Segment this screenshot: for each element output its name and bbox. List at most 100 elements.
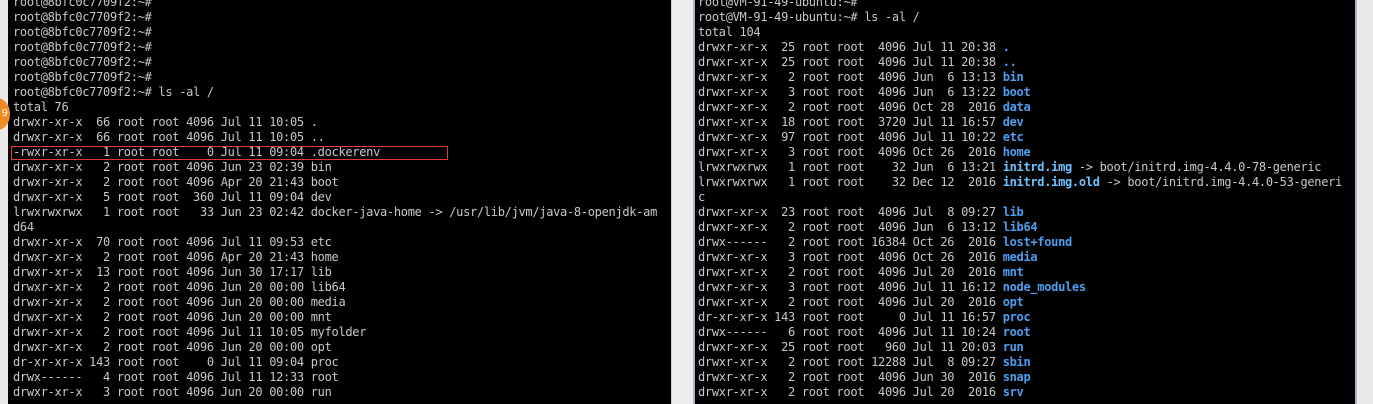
window-frame-left	[0, 0, 8, 404]
directory-name: proc	[1002, 310, 1031, 324]
line-prefix: drwxr-xr-x 2 root root 4096 Jul 20 2016	[698, 385, 1003, 399]
terminal-line: drwxr-xr-x 2 root root 4096 Apr 20 21:43…	[13, 250, 339, 264]
terminal-line: drwxr-xr-x 2 root root 4096 Jun 6 13:13 …	[698, 70, 1342, 85]
terminal-line: drwxr-xr-x 3 root root 4096 Jul 11 16:12…	[698, 280, 1342, 295]
terminal-line: drwxr-xr-x 5 root root 360 Jul 11 09:04 …	[13, 190, 332, 204]
terminal-line: drwxr-xr-x 2 root root 12288 Jul 8 09:27…	[698, 355, 1342, 370]
terminal-line: c	[698, 190, 1342, 205]
terminal-line: drwxr-xr-x 2 root root 4096 Jun 20 00:00…	[13, 340, 332, 354]
line-prefix: drwxr-xr-x 3 root root 4096 Jul 11 16:12	[698, 280, 1003, 294]
line-prefix: drwxr-xr-x 2 root root 4096 Oct 28 2016	[698, 100, 1003, 114]
directory-name: lost+found	[1002, 235, 1073, 249]
terminal-line: root@8bfc0c7709f2:~# ls -al /	[13, 85, 214, 99]
directory-name: bin	[1002, 70, 1024, 84]
directory-name: .	[1002, 40, 1010, 54]
terminal-line: drwxr-xr-x 25 root root 4096 Jul 11 20:3…	[698, 55, 1342, 70]
terminal-line: root@8bfc0c7709f2:~#	[13, 0, 152, 9]
line-prefix: drwxr-xr-x 2 root root 4096 Jul 20 2016	[698, 265, 1003, 279]
terminal-line: root@8bfc0c7709f2:~#	[13, 10, 152, 24]
terminal-line: total 76	[13, 100, 69, 114]
terminal-line: drwxr-xr-x 2 root root 4096 Jun 30 2016 …	[698, 370, 1342, 385]
window-frame-right	[1355, 0, 1373, 404]
terminal-line: drwxr-xr-x 2 root root 4096 Jul 20 2016 …	[698, 265, 1342, 280]
terminal-line: drwxr-xr-x 2 root root 4096 Jul 20 2016 …	[698, 295, 1342, 310]
terminal-line: root@8bfc0c7709f2:~#	[13, 70, 152, 84]
terminal-right[interactable]: root@VM-91-49-ubuntu:~# root@VM-91-49-ubu…	[693, 0, 1355, 404]
line-prefix: drwxr-xr-x 3 root root 4096 Oct 26 2016	[698, 250, 1003, 264]
terminal-line: drwx------ 4 root root 4096 Jul 11 12:33…	[13, 370, 339, 384]
line-prefix: root@VM-91-49-ubuntu:~#	[698, 0, 858, 9]
directory-name: root	[1002, 325, 1031, 339]
line-prefix: drwxr-xr-x 3 root root 4096 Oct 26 2016	[698, 145, 1003, 159]
terminal-line: drwxr-xr-x 2 root root 4096 Jul 20 2016 …	[698, 385, 1342, 400]
terminal-right-output: root@VM-91-49-ubuntu:~# root@VM-91-49-ubu…	[698, 0, 1342, 400]
directory-name: mnt	[1002, 265, 1024, 279]
directory-name: lib64	[1002, 220, 1038, 234]
directory-name: snap	[1002, 370, 1031, 384]
terminal-line: drwxr-xr-x 3 root root 4096 Jun 6 13:22 …	[698, 85, 1342, 100]
terminal-line: drwxr-xr-x 66 root root 4096 Jul 11 10:0…	[13, 130, 325, 144]
line-prefix: dr-xr-xr-x 143 root root 0 Jul 11 16:57	[698, 310, 1003, 324]
directory-name: boot	[1002, 85, 1031, 99]
directory-name: run	[1002, 340, 1024, 354]
directory-name: lib	[1002, 205, 1024, 219]
terminal-line: drwxr-xr-x 25 root root 4096 Jul 11 20:3…	[698, 40, 1342, 55]
terminal-line: root@VM-91-49-ubuntu:~# ls -al /	[698, 10, 1342, 25]
terminal-line: root@8bfc0c7709f2:~#	[13, 55, 152, 69]
symlink-target: -> boot/initrd.img-4.4.0-53-generi	[1099, 175, 1343, 189]
terminal-line: root@8bfc0c7709f2:~#	[13, 25, 152, 39]
terminal-line: d64	[13, 220, 34, 234]
line-prefix: lrwxrwxrwx 1 root root 32 Jun 6 13:21	[698, 160, 1003, 174]
terminal-line: drwxr-xr-x 25 root root 960 Jul 11 20:03…	[698, 340, 1342, 355]
directory-name: home	[1002, 145, 1031, 159]
terminal-line: drwxr-xr-x 2 root root 4096 Jun 6 13:12 …	[698, 220, 1342, 235]
terminal-line: drwxr-xr-x 13 root root 4096 Jun 30 17:1…	[13, 265, 332, 279]
line-prefix: drwxr-xr-x 25 root root 4096 Jul 11 20:3…	[698, 55, 1003, 69]
line-prefix: lrwxrwxrwx 1 root root 32 Dec 12 2016	[698, 175, 1003, 189]
terminal-line: drwxr-xr-x 2 root root 4096 Jun 20 00:00…	[13, 295, 346, 309]
symlink-name: initrd.img	[1002, 160, 1073, 174]
line-prefix: total 104	[698, 25, 761, 39]
dockerenv-highlight-box	[11, 146, 448, 160]
line-prefix: root@VM-91-49-ubuntu:~# ls -al /	[698, 10, 920, 24]
terminal-line: drwxr-xr-x 70 root root 4096 Jul 11 09:5…	[13, 235, 332, 249]
window-divider	[671, 0, 695, 404]
line-prefix: drwxr-xr-x 25 root root 4096 Jul 11 20:3…	[698, 40, 1003, 54]
line-prefix: drwxr-xr-x 2 root root 12288 Jul 8 09:27	[698, 355, 1003, 369]
line-prefix: drwx------ 6 root root 4096 Jul 11 10:24	[698, 325, 1003, 339]
terminal-line: drwxr-xr-x 2 root root 4096 Jun 20 00:00…	[13, 280, 346, 294]
terminal-line: dr-xr-xr-x 143 root root 0 Jul 11 09:04 …	[13, 355, 339, 369]
terminal-line: drwxr-xr-x 2 root root 4096 Jul 11 10:05…	[13, 325, 367, 339]
directory-name: opt	[1002, 295, 1024, 309]
line-prefix: drwxr-xr-x 97 root root 4096 Jul 11 10:2…	[698, 130, 1003, 144]
line-prefix: drwxr-xr-x 23 root root 4096 Jul 8 09:27	[698, 205, 1003, 219]
line-prefix: drwxr-xr-x 2 root root 4096 Jun 6 13:13	[698, 70, 1003, 84]
terminal-left[interactable]: root@8bfc0c7709f2:~# root@8bfc0c7709f2:~#…	[8, 0, 671, 404]
directory-name: media	[1002, 250, 1038, 264]
terminal-line: drwxr-xr-x 3 root root 4096 Oct 26 2016 …	[698, 145, 1342, 160]
terminal-line: drwxr-xr-x 2 root root 4096 Apr 20 21:43…	[13, 175, 339, 189]
terminal-line: lrwxrwxrwx 1 root root 32 Jun 6 13:21 in…	[698, 160, 1342, 175]
terminal-line: root@8bfc0c7709f2:~#	[13, 40, 152, 54]
terminal-right-border-right	[1355, 0, 1357, 404]
directory-name: node_modules	[1002, 280, 1086, 294]
line-prefix: drwxr-xr-x 25 root root 960 Jul 11 20:03	[698, 340, 1003, 354]
symlink-name: initrd.img.old	[1002, 175, 1100, 189]
terminal-left-output: root@8bfc0c7709f2:~# root@8bfc0c7709f2:~#…	[13, 0, 657, 400]
directory-name: data	[1002, 100, 1031, 114]
symlink-target: -> boot/initrd.img-4.4.0-78-generic	[1071, 160, 1322, 174]
line-prefix: drwxr-xr-x 2 root root 4096 Jun 6 13:12	[698, 220, 1003, 234]
line-prefix: drwx------ 2 root root 16384 Oct 26 2016	[698, 235, 1003, 249]
directory-name: ..	[1002, 55, 1017, 69]
directory-name: dev	[1002, 115, 1024, 129]
terminal-line: drwxr-xr-x 2 root root 4096 Jun 20 00:00…	[13, 310, 332, 324]
terminal-line: drwxr-xr-x 3 root root 4096 Jun 20 00:00…	[13, 385, 332, 399]
terminal-line: total 104	[698, 25, 1342, 40]
line-prefix: drwxr-xr-x 18 root root 3720 Jul 11 16:5…	[698, 115, 1003, 129]
terminal-line: lrwxrwxrwx 1 root root 33 Jun 23 02:42 d…	[13, 205, 657, 219]
terminal-line: drwx------ 2 root root 16384 Oct 26 2016…	[698, 235, 1342, 250]
terminal-line: lrwxrwxrwx 1 root root 32 Dec 12 2016 in…	[698, 175, 1342, 190]
line-prefix: drwxr-xr-x 2 root root 4096 Jul 20 2016	[698, 295, 1003, 309]
terminal-line: drwxr-xr-x 18 root root 3720 Jul 11 16:5…	[698, 115, 1342, 130]
terminal-line: dr-xr-xr-x 143 root root 0 Jul 11 16:57 …	[698, 310, 1342, 325]
